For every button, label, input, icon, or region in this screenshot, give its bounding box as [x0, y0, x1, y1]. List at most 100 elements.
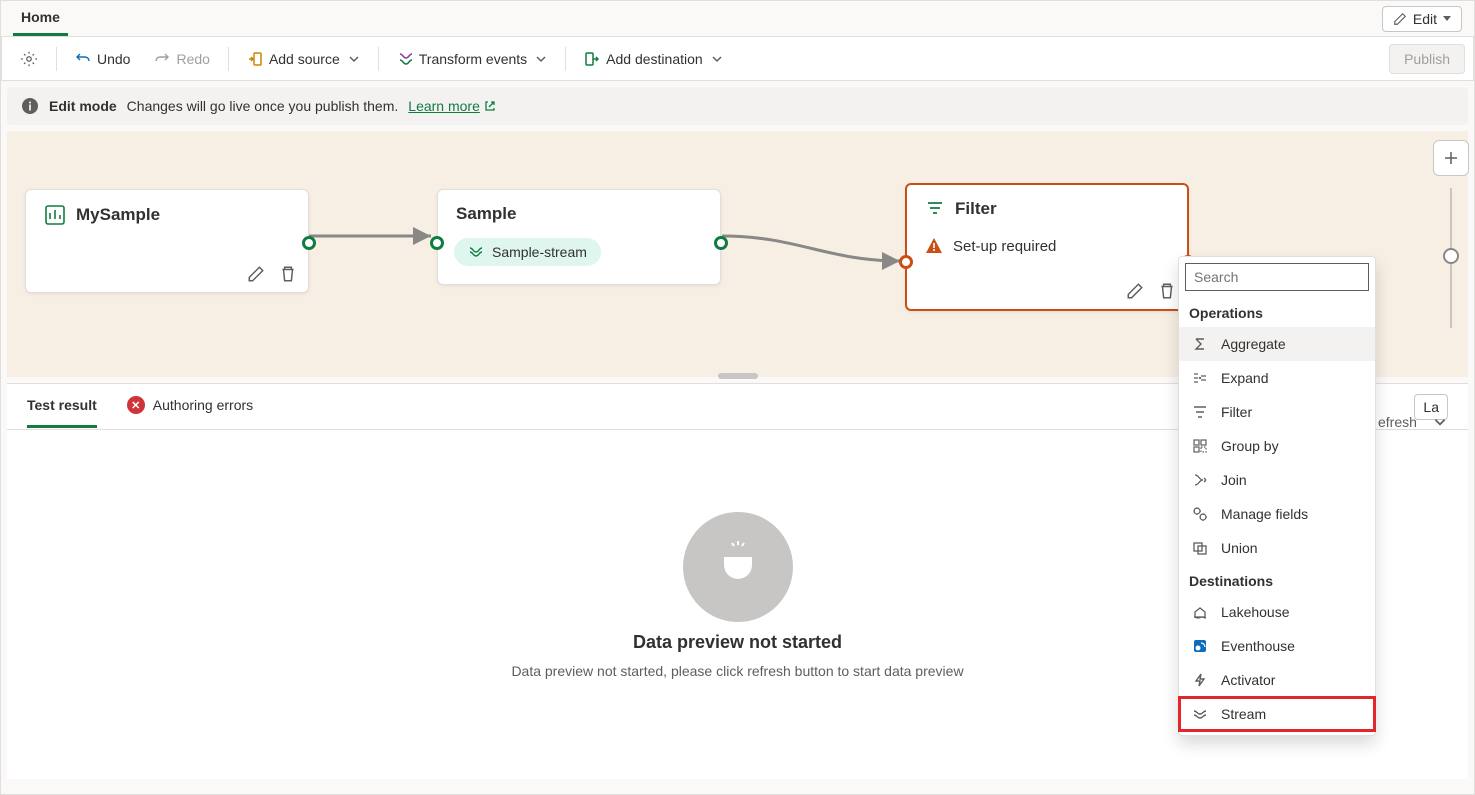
panel-resize-handle[interactable]	[718, 373, 758, 379]
node-filter[interactable]: Filter Set-up required	[905, 183, 1189, 311]
edit-button[interactable]: Edit	[1382, 6, 1462, 32]
separator	[565, 47, 566, 71]
gear-icon	[20, 50, 38, 68]
menu-item-stream[interactable]: Stream	[1179, 697, 1375, 731]
plug-illustration	[683, 512, 793, 622]
port-input[interactable]	[430, 236, 444, 250]
activator-icon	[1191, 671, 1209, 689]
learn-more-link[interactable]: Learn more	[408, 98, 496, 114]
menu-item-label: Group by	[1221, 438, 1279, 454]
learn-more-label: Learn more	[408, 98, 480, 114]
dropdown-section-destinations: Destinations	[1179, 565, 1375, 595]
zoom-slider-thumb[interactable]	[1443, 248, 1459, 264]
node-filter-status: Set-up required	[907, 233, 1187, 265]
chevron-down-icon	[348, 53, 360, 65]
port-input[interactable]	[899, 255, 913, 269]
union-icon	[1191, 539, 1209, 557]
add-button[interactable]	[1433, 140, 1469, 176]
tab-test-result[interactable]: Test result	[27, 385, 97, 428]
sigma-icon	[1191, 335, 1209, 353]
delete-node-button[interactable]	[276, 262, 300, 286]
join-icon	[1191, 471, 1209, 489]
add-source-button[interactable]: Add source	[237, 45, 370, 73]
node-sample[interactable]: Sample Sample-stream	[437, 189, 721, 285]
add-destination-button[interactable]: Add destination	[574, 45, 733, 73]
groupby-icon	[1191, 437, 1209, 455]
redo-button[interactable]: Redo	[144, 45, 219, 73]
edit-node-button[interactable]	[244, 262, 268, 286]
menu-item-label: Union	[1221, 540, 1258, 556]
chevron-down-icon	[535, 53, 547, 65]
add-menu-dropdown: Operations Aggregate Expand Filter Group…	[1178, 256, 1376, 736]
undo-label: Undo	[97, 51, 130, 67]
infobar-title: Edit mode	[49, 98, 117, 114]
edit-label: Edit	[1413, 11, 1437, 27]
tab-authoring-errors[interactable]: ✕ Authoring errors	[127, 384, 253, 429]
refresh-button[interactable]: efresh	[1378, 414, 1447, 430]
preview-empty-text: Data preview not started, please click r…	[511, 663, 963, 679]
menu-item-expand[interactable]: Expand	[1179, 361, 1375, 395]
chevron-down-icon	[711, 53, 723, 65]
stream-icon	[1191, 705, 1209, 723]
add-destination-label: Add destination	[606, 51, 703, 67]
add-source-label: Add source	[269, 51, 340, 67]
menu-item-eventhouse[interactable]: Eventhouse	[1179, 629, 1375, 663]
stream-chip[interactable]: Sample-stream	[454, 238, 601, 266]
expand-icon	[1191, 369, 1209, 387]
settings-button[interactable]	[10, 44, 48, 74]
tab-home[interactable]: Home	[13, 1, 68, 36]
menu-item-label: Join	[1221, 472, 1247, 488]
menu-item-join[interactable]: Join	[1179, 463, 1375, 497]
menu-item-filter[interactable]: Filter	[1179, 395, 1375, 429]
node-filter-title: Filter	[955, 199, 997, 219]
ribbon-tabs: Home Edit	[1, 1, 1474, 37]
transform-events-button[interactable]: Transform events	[387, 45, 557, 73]
menu-item-aggregate[interactable]: Aggregate	[1179, 327, 1375, 361]
toolbar: Undo Redo Add source Transform events Ad…	[1, 37, 1474, 81]
menu-item-managefields[interactable]: Manage fields	[1179, 497, 1375, 531]
redo-label: Redo	[176, 51, 209, 67]
info-icon	[21, 97, 39, 115]
menu-item-label: Aggregate	[1221, 336, 1286, 352]
menu-item-activator[interactable]: Activator	[1179, 663, 1375, 697]
publish-button[interactable]: Publish	[1389, 44, 1465, 74]
menu-item-label: Lakehouse	[1221, 604, 1290, 620]
node-sample-header: Sample	[438, 190, 720, 238]
undo-button[interactable]: Undo	[65, 45, 140, 73]
port-output[interactable]	[714, 236, 728, 250]
chart-icon	[44, 204, 66, 226]
menu-item-union[interactable]: Union	[1179, 531, 1375, 565]
menu-item-label: Filter	[1221, 404, 1252, 420]
edit-mode-infobar: Edit mode Changes will go live once you …	[7, 87, 1468, 125]
stream-chip-label: Sample-stream	[492, 244, 587, 260]
transform-events-label: Transform events	[419, 51, 527, 67]
manage-fields-icon	[1191, 505, 1209, 523]
menu-item-lakehouse[interactable]: Lakehouse	[1179, 595, 1375, 629]
redo-icon	[154, 51, 170, 67]
zoom-slider[interactable]	[1450, 188, 1452, 328]
plug-icon	[710, 539, 766, 595]
menu-item-label: Stream	[1221, 706, 1266, 722]
node-source-header: MySample	[26, 190, 308, 240]
node-filter-status-text: Set-up required	[953, 238, 1056, 255]
lakehouse-icon	[1191, 603, 1209, 621]
menu-item-label: Eventhouse	[1221, 638, 1295, 654]
caret-down-icon	[1443, 16, 1451, 22]
transform-icon	[397, 51, 413, 67]
node-source[interactable]: MySample	[25, 189, 309, 293]
separator	[378, 47, 379, 71]
node-sample-title: Sample	[456, 204, 516, 224]
preview-empty-title: Data preview not started	[633, 632, 842, 653]
dropdown-section-operations: Operations	[1179, 297, 1375, 327]
port-output[interactable]	[302, 236, 316, 250]
dropdown-search-input[interactable]	[1185, 263, 1369, 291]
edit-node-button[interactable]	[1123, 279, 1147, 303]
separator	[228, 47, 229, 71]
menu-item-label: Activator	[1221, 672, 1275, 688]
filter-icon	[925, 199, 945, 219]
node-source-title: MySample	[76, 205, 160, 225]
node-filter-header: Filter	[907, 185, 1187, 233]
menu-item-groupby[interactable]: Group by	[1179, 429, 1375, 463]
pencil-icon	[1393, 12, 1407, 26]
delete-node-button[interactable]	[1155, 279, 1179, 303]
